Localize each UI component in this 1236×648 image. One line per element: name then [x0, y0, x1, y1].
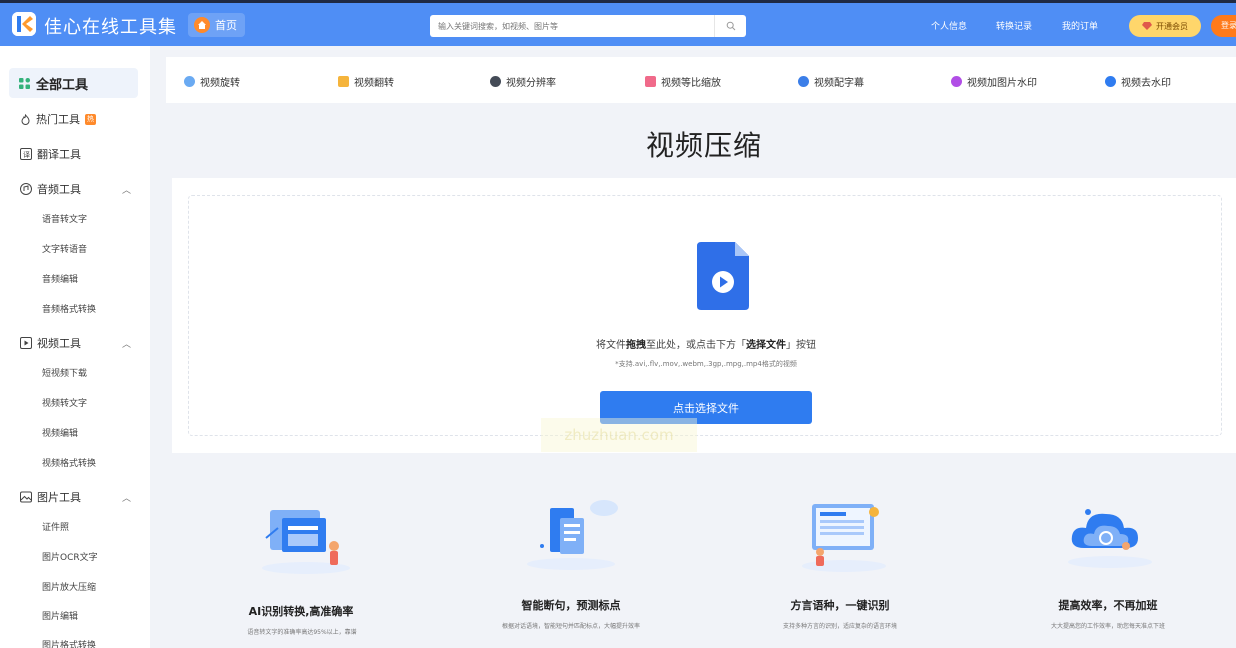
tool-label: 视频加图片水印 — [967, 78, 1037, 89]
sidebar-sub-item[interactable]: 文字转语音 — [42, 242, 87, 255]
home-button[interactable]: 首页 — [188, 13, 245, 37]
top-header: 佳心在线工具集 首页 个人信息 转换记录 我的订单 开通会员 登录 — [0, 0, 1236, 46]
nav-orders-link[interactable]: 我的订单 — [1062, 19, 1098, 32]
sidebar-sub-item[interactable]: 视频编辑 — [42, 426, 78, 439]
nav-profile-link[interactable]: 个人信息 — [931, 19, 967, 32]
sidebar-sub-item[interactable]: 图片编辑 — [42, 609, 78, 622]
rotate-icon — [184, 76, 195, 87]
nav-history-link[interactable]: 转换记录 — [996, 19, 1032, 32]
sidebar-sub-item[interactable]: 短视频下载 — [42, 366, 87, 379]
home-label: 首页 — [215, 19, 237, 32]
vip-button[interactable]: 开通会员 — [1129, 15, 1201, 37]
video-file-icon — [697, 242, 749, 310]
brand-title[interactable]: 佳心在线工具集 — [44, 13, 177, 39]
sidebar-audio-label: 音频工具 — [37, 183, 81, 196]
smart-punctuation-illustration — [527, 500, 618, 570]
tool-video-scale[interactable]: 视频等比缩放 — [645, 74, 721, 89]
sidebar-image-label: 图片工具 — [37, 491, 81, 504]
sidebar-item-translate[interactable]: 译 翻译工具 — [20, 146, 81, 162]
supported-formats-hint: *支持.avi,.flv,.mov,.webm,.3gp,.mpg,.mp4格式… — [615, 360, 797, 368]
page-title: 视频压缩 — [646, 129, 763, 162]
tool-video-subtitle[interactable]: 视频配字幕 — [798, 74, 864, 89]
tool-video-image-watermark[interactable]: 视频加图片水印 — [951, 74, 1037, 89]
sidebar-item-all-tools[interactable]: 全部工具 — [9, 68, 138, 98]
scale-icon — [645, 76, 656, 87]
tool-label: 视频等比缩放 — [661, 78, 721, 89]
sidebar-sub-item[interactable]: 语音转文字 — [42, 212, 87, 225]
sidebar-sub-item[interactable]: 视频转文字 — [42, 396, 87, 409]
tool-shortcut-bar: 视频旋转 视频翻转 视频分辨率 视频等比缩放 视频配字幕 视频加图片水印 视频去… — [166, 57, 1236, 103]
watermark-remove-icon — [1105, 76, 1116, 87]
resolution-icon — [490, 76, 501, 87]
video-icon — [20, 337, 32, 349]
file-dropzone[interactable]: 将文件拖拽至此处，或点击下方「选择文件」按钮 *支持.avi,.flv,.mov… — [188, 195, 1222, 452]
login-button[interactable]: 登录 — [1211, 15, 1236, 37]
tool-label: 视频旋转 — [200, 78, 240, 89]
upload-panel: 将文件拖拽至此处，或点击下方「选择文件」按钮 *支持.avi,.flv,.mov… — [172, 178, 1236, 453]
audio-icon — [20, 183, 32, 195]
diamond-icon — [1142, 22, 1152, 30]
translate-icon: 译 — [20, 148, 32, 160]
tool-label: 视频去水印 — [1121, 78, 1171, 89]
svg-text:译: 译 — [23, 151, 30, 159]
sidebar-sub-item[interactable]: 图片放大压缩 — [42, 580, 96, 593]
search-button[interactable] — [714, 15, 746, 37]
chevron-up-icon[interactable]: ︿ — [122, 491, 131, 504]
tool-label: 视频分辨率 — [506, 78, 556, 89]
efficiency-illustration — [1068, 509, 1152, 568]
sidebar: 全部工具 热门工具 热 译 翻译工具 音频工具 ︿ 语音转文字 文字转语音 音频… — [0, 46, 150, 648]
dialect-recognition-illustration — [802, 504, 886, 572]
sidebar-video-label: 视频工具 — [37, 337, 81, 350]
feature-title: 智能断句，预测标点 — [521, 599, 621, 612]
logo-icon[interactable] — [12, 12, 36, 36]
feature-desc: 支持多种方言的识别，适应复杂的语言环境 — [782, 623, 897, 630]
image-icon — [20, 491, 32, 503]
grid-icon — [19, 77, 30, 89]
sidebar-sub-item[interactable]: 图片格式转换 — [42, 638, 96, 648]
fire-icon — [21, 113, 30, 125]
tool-video-remove-watermark[interactable]: 视频去水印 — [1105, 74, 1171, 89]
sidebar-sub-item[interactable]: 视频格式转换 — [42, 456, 96, 469]
watermark-overlay: zhuzhuan.com — [541, 418, 697, 452]
feature-desc: 语音转文字的准确率高达95%以上，靠谱 — [247, 629, 357, 636]
tool-video-rotate[interactable]: 视频旋转 — [184, 74, 240, 89]
tool-label: 视频翻转 — [354, 78, 394, 89]
chevron-up-icon[interactable]: ︿ — [122, 337, 131, 350]
sidebar-hot-label: 热门工具 — [36, 113, 80, 126]
search-input[interactable] — [430, 16, 710, 36]
feature-title: 提高效率，不再加班 — [1058, 599, 1158, 612]
sidebar-item-audio[interactable]: 音频工具 — [20, 181, 81, 197]
drop-instructions: 将文件拖拽至此处，或点击下方「选择文件」按钮 — [596, 340, 816, 351]
subtitle-icon — [798, 76, 809, 87]
feature-title: 方言语种，一键识别 — [790, 599, 890, 612]
tool-video-flip[interactable]: 视频翻转 — [338, 74, 394, 89]
sidebar-item-video[interactable]: 视频工具 — [20, 335, 81, 351]
tool-label: 视频配字幕 — [814, 78, 864, 89]
hot-badge: 热 — [85, 113, 96, 125]
feature-desc: 根据对话语境，智能短句并匹配标点，大幅提升效率 — [501, 623, 640, 630]
feature-title: AI识别转换,高准确率 — [248, 605, 354, 618]
sidebar-item-hot[interactable]: 热门工具 热 — [20, 111, 96, 127]
chevron-up-icon[interactable]: ︿ — [122, 183, 131, 196]
home-icon — [194, 17, 210, 33]
flip-icon — [338, 76, 349, 87]
sidebar-sub-item[interactable]: 证件照 — [42, 520, 69, 533]
tool-video-resolution[interactable]: 视频分辨率 — [490, 74, 556, 89]
sidebar-sub-item[interactable]: 音频格式转换 — [42, 302, 96, 315]
vip-label: 开通会员 — [1156, 21, 1188, 31]
search-icon — [726, 21, 735, 31]
ai-convert-illustration — [262, 510, 350, 574]
sidebar-sub-item[interactable]: 音频编辑 — [42, 272, 78, 285]
sidebar-all-tools-label: 全部工具 — [36, 77, 89, 93]
sidebar-item-image[interactable]: 图片工具 — [20, 489, 81, 505]
search-bar — [430, 15, 746, 37]
sidebar-translate-label: 翻译工具 — [37, 148, 81, 161]
watermark-add-icon — [951, 76, 962, 87]
sidebar-sub-item[interactable]: 图片OCR文字 — [42, 550, 98, 563]
feature-desc: 大大提高您的工作效率，助您每天准点下班 — [1050, 623, 1165, 630]
